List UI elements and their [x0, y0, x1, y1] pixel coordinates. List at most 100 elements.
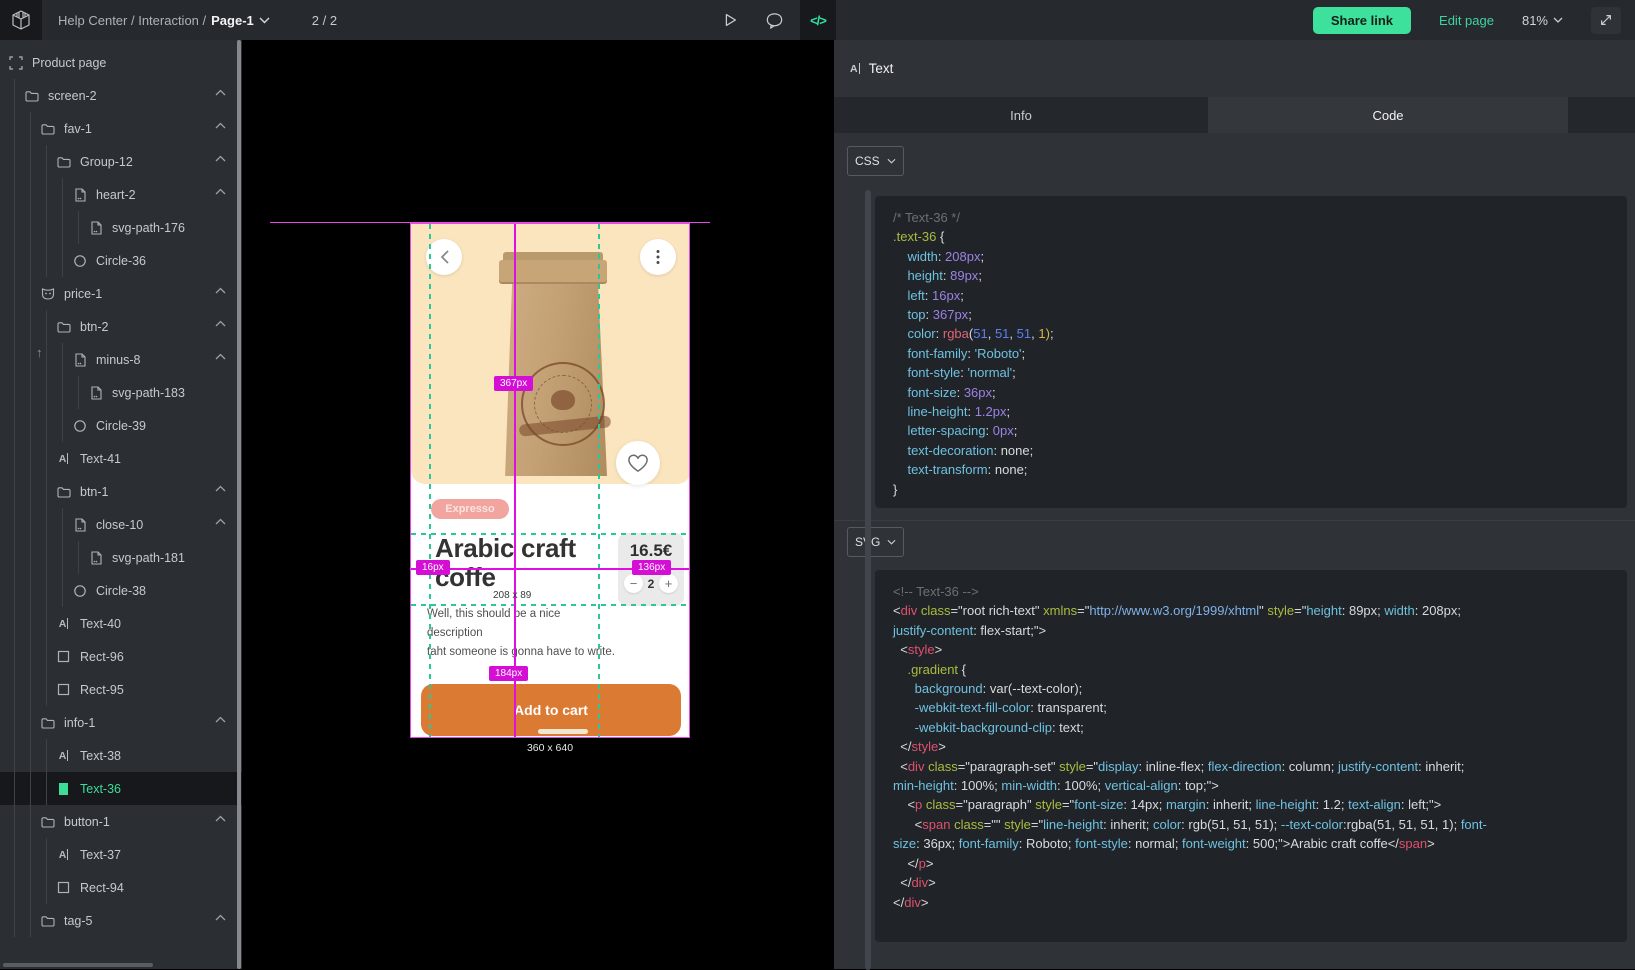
- sidebar-horizontal-scrollbar[interactable]: [3, 963, 153, 967]
- comment-button[interactable]: [756, 0, 792, 40]
- app-logo[interactable]: [0, 0, 42, 40]
- selection-dimensions: 208 x 89: [493, 590, 531, 601]
- layer-row-rect-94[interactable]: Rect-94: [0, 871, 242, 904]
- layer-row-heart-2[interactable]: heart-2: [0, 178, 242, 211]
- coffee-bag-image[interactable]: [499, 252, 611, 478]
- tree-guide-line: [46, 673, 47, 706]
- layer-row-btn-1[interactable]: btn-1: [0, 475, 242, 508]
- panel-scrollbar[interactable]: [865, 190, 871, 970]
- collapse-chevron-icon[interactable]: [215, 518, 226, 525]
- layer-row-svg-path-176[interactable]: svg-path-176: [0, 211, 242, 244]
- layer-row-text-36[interactable]: AText-36: [0, 772, 242, 805]
- breadcrumb[interactable]: Help Center / Interaction / Page-1: [58, 13, 270, 28]
- code-panel-button[interactable]: </>: [800, 0, 836, 40]
- collapse-chevron-icon[interactable]: [215, 914, 226, 921]
- collapse-chevron-icon[interactable]: [215, 716, 226, 723]
- insert-indicator-arrow: ↑: [36, 345, 43, 360]
- play-button[interactable]: [712, 0, 748, 40]
- layer-row-circle-39[interactable]: Circle-39: [0, 409, 242, 442]
- layer-row-tag-5[interactable]: tag-5: [0, 904, 242, 937]
- code-line: }: [893, 480, 1609, 499]
- text-icon: A: [56, 616, 71, 631]
- collapse-chevron-icon[interactable]: [215, 353, 226, 360]
- layer-row-fav-1[interactable]: fav-1: [0, 112, 242, 145]
- sidebar-vertical-scrollbar[interactable]: [237, 40, 241, 969]
- tree-guide-line: [30, 409, 31, 442]
- layer-row-product page[interactable]: Product page: [0, 46, 242, 79]
- layer-row-button-1[interactable]: button-1: [0, 805, 242, 838]
- tree-guide-line: [14, 211, 15, 244]
- code-line: letter-spacing: 0px;: [893, 421, 1609, 440]
- collapse-chevron-icon[interactable]: [215, 122, 226, 129]
- collapse-chevron-icon[interactable]: [215, 89, 226, 96]
- tree-guide-line: [14, 904, 15, 937]
- product-description[interactable]: Well, this should be a nice description …: [427, 605, 617, 662]
- code-line: text-transform: none;: [893, 460, 1609, 479]
- layer-label: Text-36: [80, 782, 121, 796]
- fullscreen-button[interactable]: [1591, 7, 1621, 34]
- layer-row-close-10[interactable]: close-10: [0, 508, 242, 541]
- layer-row-text-40[interactable]: AText-40: [0, 607, 242, 640]
- layer-label: button-1: [64, 815, 110, 829]
- tree-guide-line: [30, 706, 31, 739]
- layer-row-price-1[interactable]: price-1: [0, 277, 242, 310]
- layer-label: Text-38: [80, 749, 121, 763]
- layer-row-text-38[interactable]: AText-38: [0, 739, 242, 772]
- code-line: -webkit-text-fill-color: transparent;: [893, 698, 1609, 717]
- tree-guide-line: [14, 508, 15, 541]
- back-button[interactable]: [426, 239, 462, 275]
- description-line: taht someone is gonna have to write.: [427, 643, 617, 662]
- layer-row-screen-2[interactable]: screen-2: [0, 79, 242, 112]
- layer-row-info-1[interactable]: info-1: [0, 706, 242, 739]
- layer-row-rect-95[interactable]: Rect-95: [0, 673, 242, 706]
- chevron-left-icon: [440, 250, 449, 264]
- tree-guide-line: [62, 244, 63, 277]
- layer-row-text-41[interactable]: AText-41: [0, 442, 242, 475]
- phone-frame[interactable]: Expresso Arabic craft coffe Well, this s…: [410, 223, 690, 738]
- collapse-chevron-icon[interactable]: [215, 188, 226, 195]
- guide-line-vertical: [598, 224, 600, 738]
- category-tag[interactable]: Expresso: [431, 499, 509, 519]
- layer-row-circle-36[interactable]: Circle-36: [0, 244, 242, 277]
- more-menu-button[interactable]: [640, 239, 676, 275]
- layer-row-btn-2[interactable]: btn-2: [0, 310, 242, 343]
- tree-guide-line: [30, 640, 31, 673]
- css-language-select[interactable]: CSS: [847, 146, 904, 176]
- tree-guide-line: [46, 409, 47, 442]
- share-link-button[interactable]: Share link: [1313, 7, 1411, 34]
- collapse-chevron-icon[interactable]: [215, 815, 226, 822]
- design-canvas[interactable]: Expresso Arabic craft coffe Well, this s…: [242, 40, 834, 969]
- tree-guide-line: [30, 871, 31, 904]
- frame-dimensions: 360 x 640: [410, 742, 690, 754]
- svg-language-select[interactable]: SVG: [847, 527, 904, 557]
- layer-row-svg-path-181[interactable]: svg-path-181: [0, 541, 242, 574]
- quantity-plus-button[interactable]: +: [659, 574, 678, 593]
- tree-guide-line: [14, 112, 15, 145]
- layer-row-circle-38[interactable]: Circle-38: [0, 574, 242, 607]
- rect-icon: [56, 880, 71, 895]
- zoom-control[interactable]: 81%: [1522, 13, 1563, 28]
- edit-page-link[interactable]: Edit page: [1439, 13, 1494, 28]
- collapse-chevron-icon[interactable]: [215, 287, 226, 294]
- tab-code[interactable]: Code: [1208, 97, 1568, 133]
- tab-info[interactable]: Info: [834, 97, 1208, 133]
- collapse-chevron-icon[interactable]: [215, 155, 226, 162]
- collapse-chevron-icon[interactable]: [215, 485, 226, 492]
- code-line: <span class="" style="line-height: inher…: [893, 815, 1609, 834]
- product-title[interactable]: Arabic craft coffe: [435, 534, 605, 592]
- tree-guide-line: [30, 112, 31, 145]
- tree-guide-line: [14, 442, 15, 475]
- layer-row-svg-path-183[interactable]: svg-path-183: [0, 376, 242, 409]
- tree-guide-line: [46, 772, 47, 805]
- layer-row-rect-96[interactable]: Rect-96: [0, 640, 242, 673]
- tree-guide-line: [46, 343, 47, 376]
- breadcrumb-prefix: Help Center / Interaction /: [58, 13, 206, 28]
- play-icon: [721, 11, 739, 29]
- layer-row-group-12[interactable]: Group-12: [0, 145, 242, 178]
- layer-row-text-37[interactable]: AText-37: [0, 838, 242, 871]
- chevron-down-icon: [887, 539, 896, 545]
- favorite-button[interactable]: [616, 441, 660, 485]
- measure-label-367: 367px: [494, 376, 533, 391]
- layer-label: Group-12: [80, 155, 133, 169]
- collapse-chevron-icon[interactable]: [215, 320, 226, 327]
